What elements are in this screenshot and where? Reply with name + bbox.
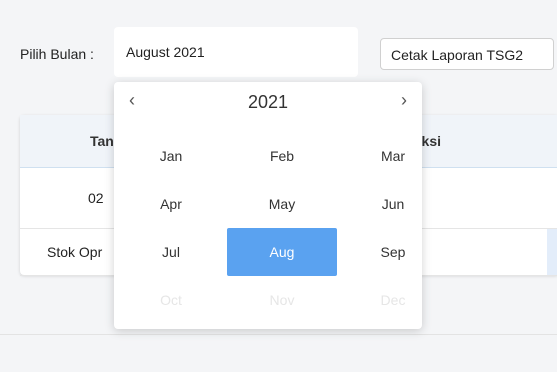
month-option-jun[interactable]: Jun <box>338 180 448 228</box>
print-report-button[interactable]: Cetak Laporan TSG2 <box>380 38 554 70</box>
month-option-jul[interactable]: Jul <box>116 228 226 276</box>
next-year-icon[interactable]: › <box>392 88 416 112</box>
month-option-nov: Nov <box>269 292 295 308</box>
divider <box>0 334 557 335</box>
month-option-oct: Oct <box>160 292 182 308</box>
month-option-aug[interactable]: Aug <box>227 228 337 276</box>
picker-year[interactable]: 2021 <box>114 92 422 113</box>
month-label: Pilih Bulan : <box>20 46 94 62</box>
month-picker-popup: ‹ 2021 › Jan Feb Mar Apr May Jun Jul Aug Sep Oct N… <box>114 82 422 329</box>
month-option-sep[interactable]: Sep <box>338 228 448 276</box>
picker-header: ‹ 2021 › <box>114 82 422 122</box>
month-picker-input[interactable]: August 2021 <box>114 27 358 77</box>
month-option-jan[interactable]: Jan <box>116 132 226 180</box>
table-cell-label: Stok Opr <box>47 244 103 260</box>
month-option-may[interactable]: May <box>227 180 337 228</box>
table-cell-date: 02 <box>88 190 104 206</box>
month-option-dec: Dec <box>380 292 406 308</box>
month-option-feb[interactable]: Feb <box>227 132 337 180</box>
row-highlight <box>547 229 557 275</box>
month-option-mar[interactable]: Mar <box>338 132 448 180</box>
month-option-apr[interactable]: Apr <box>116 180 226 228</box>
column-header-tanggal[interactable]: Tan <box>90 115 114 167</box>
